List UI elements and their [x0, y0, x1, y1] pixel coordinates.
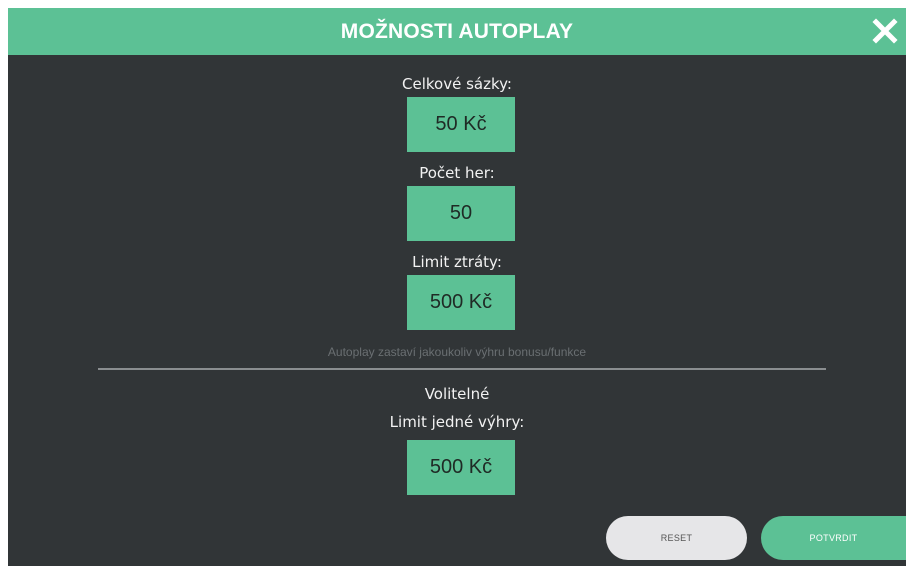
loss-limit-label: Limit ztráty:: [412, 253, 502, 271]
section-divider: [98, 368, 826, 370]
screen: MOŽNOSTI AUTOPLAY Celkové sázky: 50 Kč P…: [0, 0, 906, 568]
single-win-limit-value[interactable]: 500 Kč: [407, 440, 515, 495]
single-win-limit-label: Limit jedné výhry:: [389, 413, 525, 431]
reset-button[interactable]: RESET: [606, 516, 747, 560]
autoplay-options-dialog: MOŽNOSTI AUTOPLAY Celkové sázky: 50 Kč P…: [8, 8, 906, 566]
confirm-button[interactable]: POTVRDIT: [761, 516, 906, 560]
close-icon: [872, 18, 898, 44]
game-count-value[interactable]: 50: [407, 186, 515, 241]
optional-heading: Volitelné: [424, 385, 490, 403]
autoplay-stop-note: Autoplay zastaví jakoukoliv výhru bonusu…: [327, 345, 587, 359]
total-bet-label: Celkové sázky:: [402, 75, 512, 93]
close-button[interactable]: [866, 12, 904, 50]
loss-limit-value[interactable]: 500 Kč: [407, 275, 515, 330]
dialog-title: MOŽNOSTI AUTOPLAY: [340, 20, 574, 43]
dialog-header: MOŽNOSTI AUTOPLAY: [8, 8, 906, 55]
total-bet-value[interactable]: 50 Kč: [407, 97, 515, 152]
game-count-label: Počet her:: [419, 164, 495, 182]
